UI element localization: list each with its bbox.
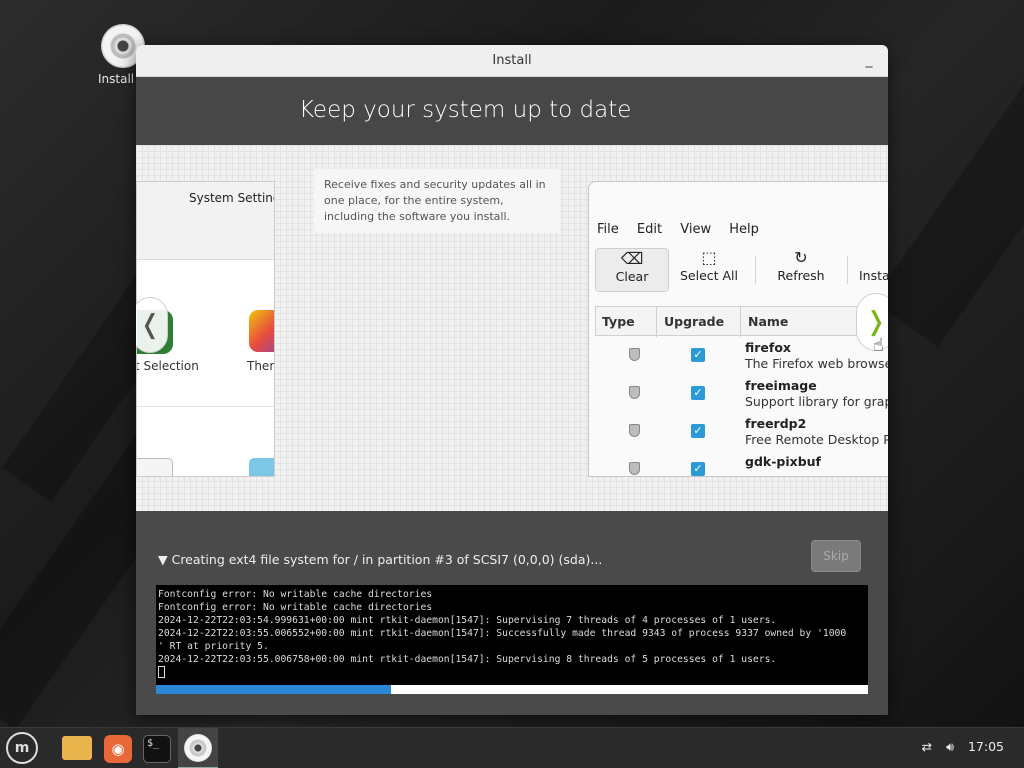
clock[interactable]: 17:05 (968, 739, 1004, 754)
themes-icon (249, 310, 274, 352)
backspace-icon: ⌫ (620, 249, 644, 268)
disc-icon (184, 734, 212, 762)
system-settings-title: System Settings (189, 191, 274, 205)
log-line: Fontconfig error: No writable cache dire… (158, 589, 433, 600)
shield-icon (629, 348, 640, 361)
checkbox-icon: ✓ (691, 424, 705, 438)
shield-icon (629, 462, 640, 475)
package-name: freerdp2 (745, 416, 807, 431)
log-line: 2024-12-22T22:03:55.006552+00:00 mint rt… (158, 628, 847, 639)
toolbar-separator (847, 256, 848, 284)
shield-icon (629, 424, 640, 437)
install-progress-area: ▼ Creating ext4 file system for / in par… (136, 519, 888, 715)
install-window: Install _ Keep your system up to date Sy… (136, 45, 888, 715)
table-header: Type Upgrade Name (595, 306, 888, 337)
install-updates-button: Insta (859, 248, 888, 292)
package-name: gdk-pixbuf (745, 454, 821, 469)
folder-icon[interactable] (62, 736, 92, 760)
firefox-icon[interactable]: ◉ (104, 735, 132, 763)
update-toolbar: ⌫ Clear ⬚ Select All ↻ Refresh Insta (595, 248, 888, 292)
install-status-expander[interactable]: ▼ Creating ext4 file system for / in par… (158, 552, 602, 567)
window-titlebar[interactable]: Install _ (136, 45, 888, 77)
refresh-button: ↻ Refresh (769, 248, 833, 292)
package-description: Support library for grap (745, 394, 888, 409)
install-label: Insta (859, 268, 888, 283)
package-name: freeimage (745, 378, 817, 393)
toolbar-separator (755, 256, 756, 284)
menu-bar: File Edit View Help (597, 222, 773, 237)
slide-description: Receive fixes and security updates all i… (314, 169, 560, 233)
themes-label: Them (247, 359, 274, 373)
table-row: ✓ freerdp2 Free Remote Desktop Pr (595, 412, 888, 450)
menu-edit: Edit (636, 222, 663, 237)
text-caret (158, 666, 165, 678)
column-type: Type (602, 314, 635, 329)
progress-fill (156, 685, 391, 694)
package-description: Free Remote Desktop Pr (745, 432, 888, 447)
hand-cursor-icon: ☝ (873, 335, 884, 356)
package-name: firefox (745, 340, 791, 355)
slideshow: System Settings t Selection Them ❬ Recei… (136, 145, 888, 511)
menu-view: View (680, 222, 712, 237)
divider (137, 406, 274, 407)
taskbar: m ◉ $_ ⇄ 🔊︎ 17:05 (0, 727, 1024, 768)
minimize-button[interactable]: _ (858, 49, 880, 71)
taskbar-install-app[interactable] (178, 728, 218, 768)
system-tray: ⇄ 🔊︎ 17:05 (912, 739, 1004, 755)
log-line: 2024-12-22T22:03:55.006758+00:00 mint rt… (158, 654, 777, 665)
shield-icon (629, 386, 640, 399)
log-line: Fontconfig error: No writable cache dire… (158, 602, 433, 613)
software-selection-label: t Selection (136, 359, 199, 373)
column-name: Name (748, 314, 789, 329)
install-progress-bar (156, 685, 868, 694)
checkbox-icon: ✓ (691, 386, 705, 400)
network-disconnected-icon[interactable]: ⇄ (922, 739, 932, 754)
refresh-label: Refresh (777, 268, 825, 283)
checkbox-icon: ✓ (691, 462, 705, 476)
menu-help: Help (729, 222, 759, 237)
package-description: The Firefox web browse (745, 356, 888, 371)
table-row: ✓ gdk-pixbuf (595, 450, 888, 476)
select-all-icon: ⬚ (701, 248, 717, 267)
skip-button[interactable]: Skip (811, 540, 861, 572)
slide-header: Keep your system up to date (136, 77, 888, 145)
table-row: ✓ freeimage Support library for grap (595, 374, 888, 412)
window-title: Install (492, 53, 532, 68)
log-line: 2024-12-22T22:03:54.999631+00:00 mint rt… (158, 615, 777, 626)
clear-label: Clear (615, 269, 649, 284)
mint-menu-icon[interactable]: m (6, 732, 38, 764)
checkbox-icon: ✓ (691, 348, 705, 362)
previous-slide-button[interactable]: ❬ (136, 297, 168, 353)
table-row: ✓ firefox The Firefox web browse (595, 336, 888, 374)
log-line: ' RT at priority 5. (158, 641, 269, 652)
terminal-icon[interactable]: $_ (143, 735, 171, 763)
update-manager-preview: File Edit View Help ⌫ Clear ⬚ Select All… (588, 181, 888, 477)
install-log-terminal[interactable]: Fontconfig error: No writable cache dire… (156, 585, 868, 687)
volume-icon[interactable]: 🔊︎ (946, 739, 954, 754)
clear-button: ⌫ Clear (595, 248, 669, 292)
updates-table: Type Upgrade Name ✓ firefox The Firefox … (595, 306, 888, 476)
toggle-icon (137, 458, 173, 476)
select-all-label: Select All (679, 268, 739, 283)
menu-file: File (597, 222, 619, 237)
refresh-icon: ↻ (794, 248, 808, 267)
wallpaper-stripe (872, 0, 1024, 347)
select-all-button: ⬚ Select All (675, 248, 743, 292)
column-upgrade: Upgrade (664, 314, 725, 329)
slide-heading: Keep your system up to date (299, 97, 632, 123)
folder-icon (249, 458, 274, 476)
